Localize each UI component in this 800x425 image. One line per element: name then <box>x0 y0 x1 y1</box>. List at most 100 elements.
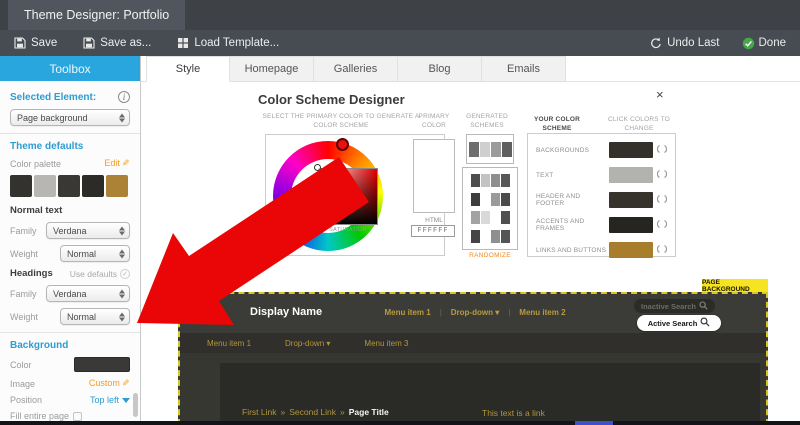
generated-scheme-option[interactable] <box>470 173 510 187</box>
toolbox-sidebar: Toolbox Selected Element: i Page backgro… <box>0 56 141 425</box>
breadcrumb-separator: » <box>340 407 345 417</box>
dropdown-menu-item[interactable]: Drop-down ▾ <box>285 339 330 348</box>
scheme-chip <box>500 211 510 225</box>
family-label: Family <box>10 288 37 299</box>
normal-weight-select[interactable]: Normal <box>60 245 130 262</box>
pencil-icon: ✎ <box>122 378 130 388</box>
headings-weight-value: Normal <box>67 311 97 322</box>
scheme-color-swatch[interactable] <box>609 242 653 258</box>
scheme-color-swatch[interactable] <box>609 167 653 183</box>
breadcrumb-link[interactable]: First Link <box>242 407 276 417</box>
normal-family-select[interactable]: Verdana <box>46 222 130 239</box>
scheme-row-label: LINKS AND BUTTONS <box>536 246 607 254</box>
stepper-icon <box>119 113 125 122</box>
page-title: Page Title <box>348 407 389 417</box>
randomize-button[interactable]: RANDOMIZE <box>450 252 530 259</box>
menu-item[interactable]: Menu item 1 <box>384 308 430 317</box>
tab-style[interactable]: Style <box>146 56 230 82</box>
load-template-button[interactable]: Load Template... <box>177 37 279 49</box>
saturation-square[interactable] <box>318 168 378 225</box>
scheme-color-swatch[interactable] <box>609 217 653 233</box>
swap-colors-icon[interactable] <box>656 241 668 259</box>
primary-color-header: PRIMARY COLOR <box>418 113 450 130</box>
generated-scheme-current[interactable] <box>466 134 514 164</box>
use-defaults-toggle[interactable]: Use defaults ✓ <box>70 268 130 279</box>
position-dropdown[interactable]: Top left <box>90 395 130 405</box>
scheme-row-header-footer: HEADER AND FOOTER <box>536 191 668 209</box>
selected-element-label: Selected Element: <box>10 91 97 103</box>
tab-emails[interactable]: Emails <box>482 56 566 82</box>
swap-colors-icon[interactable] <box>656 141 668 159</box>
swap-colors-icon[interactable] <box>656 191 668 209</box>
headings-family-select[interactable]: Verdana <box>46 285 130 302</box>
active-search-label: Active Search <box>647 318 698 328</box>
tab-blog[interactable]: Blog <box>398 56 482 82</box>
link-text[interactable]: This text is a link <box>482 408 545 418</box>
active-search-pill[interactable]: Active Search <box>637 315 721 331</box>
scheme-chip <box>480 211 490 225</box>
display-name[interactable]: Display Name <box>250 306 322 318</box>
hue-selector[interactable] <box>336 138 349 151</box>
html-color-input[interactable] <box>411 225 455 237</box>
custom-label: Custom <box>88 378 120 388</box>
tab-homepage[interactable]: Homepage <box>230 56 314 82</box>
generated-scheme-option[interactable] <box>470 192 510 206</box>
scheme-chip <box>490 230 500 244</box>
menu-item[interactable]: Menu item 2 <box>519 308 565 317</box>
dropdown-menu-item[interactable]: Drop-down ▾ <box>451 308 499 317</box>
page-preview[interactable]: Display Name Menu item 1 | Drop-down ▾ |… <box>178 292 768 425</box>
swap-colors-icon[interactable] <box>656 166 668 184</box>
done-check-icon <box>742 37 754 50</box>
saturation-selector[interactable] <box>314 164 321 171</box>
background-color-swatch[interactable] <box>74 357 130 372</box>
done-label: Done <box>758 37 787 49</box>
scheme-color-swatch[interactable] <box>609 142 653 158</box>
page-background-tag: PAGE BACKGROUND <box>702 279 768 293</box>
toolbar-right: Undo Last Done <box>650 37 800 50</box>
generated-scheme-option[interactable] <box>470 211 510 225</box>
scheme-chip <box>468 141 479 157</box>
scheme-chip <box>501 141 512 157</box>
inactive-search-pill[interactable]: Inactive Search <box>634 299 715 313</box>
menu-item[interactable]: Menu item 1 <box>207 339 251 348</box>
info-icon[interactable]: i <box>118 91 130 103</box>
palette-swatch <box>34 175 56 197</box>
selected-element-select[interactable]: Page background <box>10 109 130 126</box>
generated-scheme-option[interactable] <box>470 230 510 244</box>
edit-palette-link[interactable]: Edit ✎ <box>104 158 130 169</box>
scheme-row-label: HEADER AND FOOTER <box>536 193 581 207</box>
magnifier-icon <box>699 300 708 312</box>
palette-swatch <box>106 175 128 197</box>
undo-icon <box>650 37 662 49</box>
background-image-label: Image <box>10 378 36 389</box>
done-button[interactable]: Done <box>742 37 787 50</box>
swap-colors-icon[interactable] <box>656 216 668 234</box>
palette-swatch <box>82 175 104 197</box>
stepper-icon <box>119 226 125 235</box>
breadcrumb-link[interactable]: Second Link <box>289 407 336 417</box>
fill-entire-page-checkbox[interactable] <box>73 411 83 421</box>
save-button[interactable]: Save <box>14 37 57 49</box>
window-titlebar: Theme Designer: Portfolio <box>0 0 800 30</box>
close-icon[interactable]: × <box>656 87 664 102</box>
tab-galleries[interactable]: Galleries <box>314 56 398 82</box>
menu-separator: | <box>508 308 511 317</box>
custom-image-link[interactable]: Custom ✎ <box>89 378 130 389</box>
chevron-down-icon <box>122 397 130 403</box>
menu-item[interactable]: Menu item 3 <box>364 339 408 348</box>
primary-color-swatch[interactable] <box>413 139 455 213</box>
color-palette-swatches <box>10 175 130 197</box>
html-label: HTML <box>425 217 443 224</box>
headings-weight-select[interactable]: Normal <box>60 308 130 325</box>
save-as-button[interactable]: Save as... <box>83 37 151 49</box>
window-tab[interactable]: Theme Designer: Portfolio <box>8 0 186 30</box>
generated-schemes-list <box>462 167 518 250</box>
scheme-row-links: LINKS AND BUTTONS <box>536 241 668 259</box>
toolbox-header: Toolbox <box>0 56 140 81</box>
sidebar-scrollbar[interactable] <box>133 393 138 417</box>
scheme-row-text: TEXT <box>536 166 668 184</box>
undo-last-button[interactable]: Undo Last <box>650 37 720 49</box>
scheme-chip <box>490 173 500 187</box>
scheme-color-swatch[interactable] <box>609 192 653 208</box>
selected-element-value: Page background <box>17 112 88 123</box>
